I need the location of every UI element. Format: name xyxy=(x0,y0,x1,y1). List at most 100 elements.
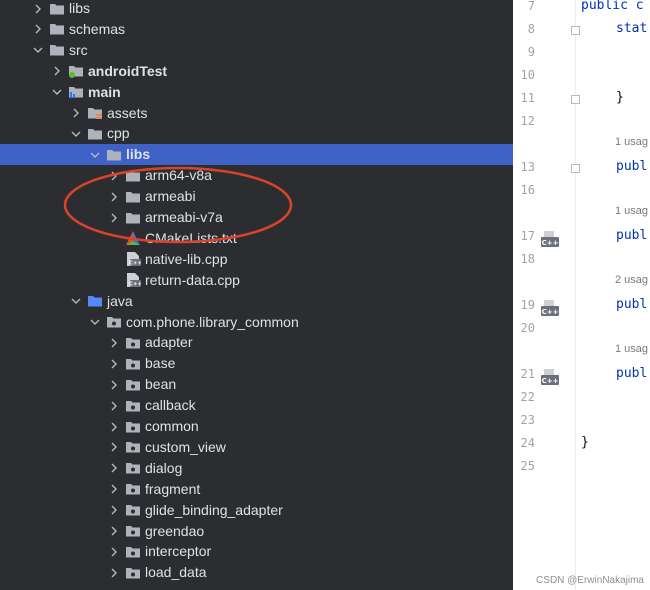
code-line[interactable]: stat xyxy=(616,21,647,36)
chevron-right-icon[interactable] xyxy=(108,337,120,349)
line-number: 19 xyxy=(520,298,535,312)
tree-item[interactable]: schemas xyxy=(0,19,513,40)
chevron-right-icon[interactable] xyxy=(108,504,120,516)
package-folder-icon xyxy=(125,439,141,455)
tree-item[interactable]: callback xyxy=(0,395,513,416)
tree-item-label: libs xyxy=(69,0,91,16)
tree-item[interactable]: interceptor xyxy=(0,541,513,562)
chevron-right-icon[interactable] xyxy=(108,483,120,495)
code-line[interactable]: publ xyxy=(616,159,647,174)
code-line[interactable]: } xyxy=(616,90,624,105)
line-number: 17 xyxy=(520,229,535,243)
chevron-right-icon[interactable] xyxy=(32,3,44,15)
chevron-right-icon[interactable] xyxy=(108,546,120,558)
chevron-right-icon[interactable] xyxy=(108,358,120,370)
chevron-down-icon[interactable] xyxy=(89,149,101,161)
tree-item[interactable]: greendao xyxy=(0,521,513,542)
red-ellipse-annotation xyxy=(63,166,293,244)
tree-item[interactable]: src xyxy=(0,40,513,61)
fold-marker-icon[interactable] xyxy=(571,95,580,104)
tree-item[interactable]: glide_binding_adapter xyxy=(0,500,513,521)
tree-item[interactable]: libs xyxy=(0,144,513,166)
tree-item-label: callback xyxy=(145,397,196,414)
tree-item[interactable]: bean xyxy=(0,374,513,395)
line-number: 9 xyxy=(527,45,535,59)
tree-item[interactable]: androidTest xyxy=(0,61,513,82)
tree-item[interactable]: C++ native-lib.cpp xyxy=(0,249,513,270)
chevron-down-icon[interactable] xyxy=(70,295,82,307)
package-folder-icon xyxy=(125,419,141,435)
package-folder-icon xyxy=(125,356,141,372)
tree-item-label: java xyxy=(107,292,133,309)
usages-hint[interactable]: 1 usag xyxy=(615,205,648,217)
tree-item[interactable]: libs xyxy=(0,0,513,19)
cpp-native-gutter-icon[interactable]: C++ xyxy=(541,300,559,316)
tree-item[interactable]: fragment xyxy=(0,479,513,500)
tree-item-label: com.phone.library_common xyxy=(126,313,299,330)
usages-hint[interactable]: 2 usag xyxy=(615,274,648,286)
chevron-right-icon[interactable] xyxy=(108,379,120,391)
tree-item[interactable]: C++ return-data.cpp xyxy=(0,270,513,291)
tree-item[interactable]: cpp xyxy=(0,123,513,144)
chevron-right-icon[interactable] xyxy=(108,462,120,474)
folder-icon xyxy=(49,21,65,37)
package-folder-icon xyxy=(125,460,141,476)
code-editor[interactable]: 7 public c 8 stat 9 10 11} 12 1 usag 13 publ 16 1 us… xyxy=(513,0,650,590)
tree-item[interactable]: common xyxy=(0,416,513,437)
chevron-right-icon[interactable] xyxy=(108,421,120,433)
line-number: 24 xyxy=(520,436,535,450)
tree-item-label: greendao xyxy=(145,522,205,539)
chevron-right-icon[interactable] xyxy=(108,567,120,579)
chevron-right-icon[interactable] xyxy=(51,65,63,77)
watermark: CSDN @ErwinNakajima xyxy=(536,575,644,586)
code-line[interactable]: public c xyxy=(581,0,644,13)
fold-marker-icon[interactable] xyxy=(571,26,580,35)
usages-hint[interactable]: 1 usag xyxy=(615,343,648,355)
chevron-down-icon[interactable] xyxy=(32,44,44,56)
tree-item[interactable]: main xyxy=(0,82,513,103)
tree-item[interactable]: dialog xyxy=(0,458,513,479)
chevron-right-icon[interactable] xyxy=(32,23,44,35)
chevron-right-icon[interactable] xyxy=(108,400,120,412)
chevron-right-icon[interactable] xyxy=(70,107,82,119)
line-number: 10 xyxy=(520,68,535,82)
tree-item-label: src xyxy=(69,41,88,58)
package-folder-icon xyxy=(125,523,141,539)
tree-item[interactable]: com.phone.library_common xyxy=(0,312,513,333)
tree-item-label: return-data.cpp xyxy=(145,271,240,288)
tree-item-label: custom_view xyxy=(145,438,226,455)
svg-text:C++: C++ xyxy=(542,308,559,316)
chevron-down-icon[interactable] xyxy=(89,316,101,328)
tree-item[interactable]: custom_view xyxy=(0,437,513,458)
line-number: 21 xyxy=(520,367,535,381)
fold-marker-icon[interactable] xyxy=(571,164,580,173)
line-number: 7 xyxy=(527,0,535,13)
tree-item[interactable]: base xyxy=(0,353,513,374)
code-line[interactable]: publ xyxy=(616,297,647,312)
tree-item-label: glide_binding_adapter xyxy=(145,501,283,518)
code-line[interactable]: publ xyxy=(616,228,647,243)
tree-item[interactable]: load_data xyxy=(0,562,513,583)
code-line[interactable]: } xyxy=(581,435,589,450)
tree-item-label: androidTest xyxy=(88,62,168,79)
line-number: 8 xyxy=(527,22,535,36)
line-number: 20 xyxy=(520,321,535,335)
tree-item-label: dialog xyxy=(145,459,183,476)
tree-item-label: interceptor xyxy=(145,543,212,560)
code-line[interactable]: publ xyxy=(616,366,647,381)
tree-item[interactable]: java xyxy=(0,291,513,312)
chevron-down-icon[interactable] xyxy=(70,128,82,140)
chevron-right-icon[interactable] xyxy=(108,441,120,453)
chevron-right-icon[interactable] xyxy=(108,525,120,537)
cpp-native-gutter-icon[interactable]: C++ xyxy=(541,369,559,385)
cpp-file-icon: C++ xyxy=(125,251,141,267)
svg-text:C++: C++ xyxy=(542,377,559,385)
project-tree-panel[interactable]: libs schemas src androidTest main assets cpp li… xyxy=(0,0,513,590)
cpp-native-gutter-icon[interactable]: C++ xyxy=(541,231,559,247)
chevron-down-icon[interactable] xyxy=(51,86,63,98)
usages-hint[interactable]: 1 usag xyxy=(615,136,648,148)
tree-item[interactable]: assets xyxy=(0,103,513,124)
package-folder-icon xyxy=(125,544,141,560)
line-number: 22 xyxy=(520,390,535,404)
tree-item[interactable]: adapter xyxy=(0,332,513,353)
